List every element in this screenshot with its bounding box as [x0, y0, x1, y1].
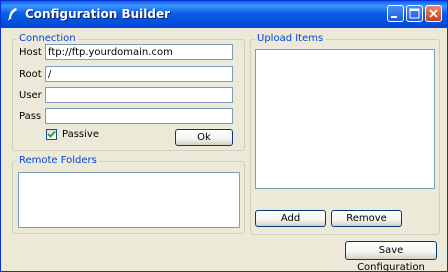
- pass-input[interactable]: [45, 108, 233, 124]
- connection-legend: Connection: [19, 33, 76, 44]
- minimize-button[interactable]: [387, 5, 404, 22]
- client-area: Connection Host Root User Pass Passive O…: [4, 28, 444, 271]
- remote-folders-legend: Remote Folders: [19, 155, 97, 166]
- passive-label: Passive: [62, 129, 99, 140]
- host-input[interactable]: [45, 44, 233, 60]
- root-label: Root: [19, 69, 42, 80]
- remove-button[interactable]: Remove: [331, 210, 402, 227]
- close-icon: [429, 9, 438, 18]
- close-button[interactable]: [425, 5, 442, 22]
- checkmark-icon: [47, 130, 56, 138]
- configuration-builder-window: Configuration Builder Connection Host Ro…: [0, 0, 448, 272]
- root-input[interactable]: [45, 66, 233, 82]
- feather-icon: [6, 7, 20, 21]
- minimize-icon: [391, 16, 397, 18]
- title-bar[interactable]: Configuration Builder: [1, 1, 447, 28]
- passive-checkbox[interactable]: [46, 129, 57, 140]
- add-button[interactable]: Add: [255, 210, 326, 227]
- host-label: Host: [19, 47, 42, 58]
- user-input[interactable]: [45, 87, 233, 103]
- maximize-button[interactable]: [406, 5, 423, 22]
- window-title: Configuration Builder: [25, 7, 171, 21]
- pass-label: Pass: [19, 111, 42, 122]
- upload-items-list[interactable]: [255, 49, 435, 189]
- remote-folders-list[interactable]: [18, 172, 240, 228]
- upload-items-legend: Upload Items: [257, 33, 324, 44]
- ok-button[interactable]: Ok: [175, 129, 233, 146]
- maximize-icon: [409, 8, 420, 19]
- user-label: User: [19, 90, 42, 101]
- save-configuration-button[interactable]: Save Configuration: [345, 241, 437, 271]
